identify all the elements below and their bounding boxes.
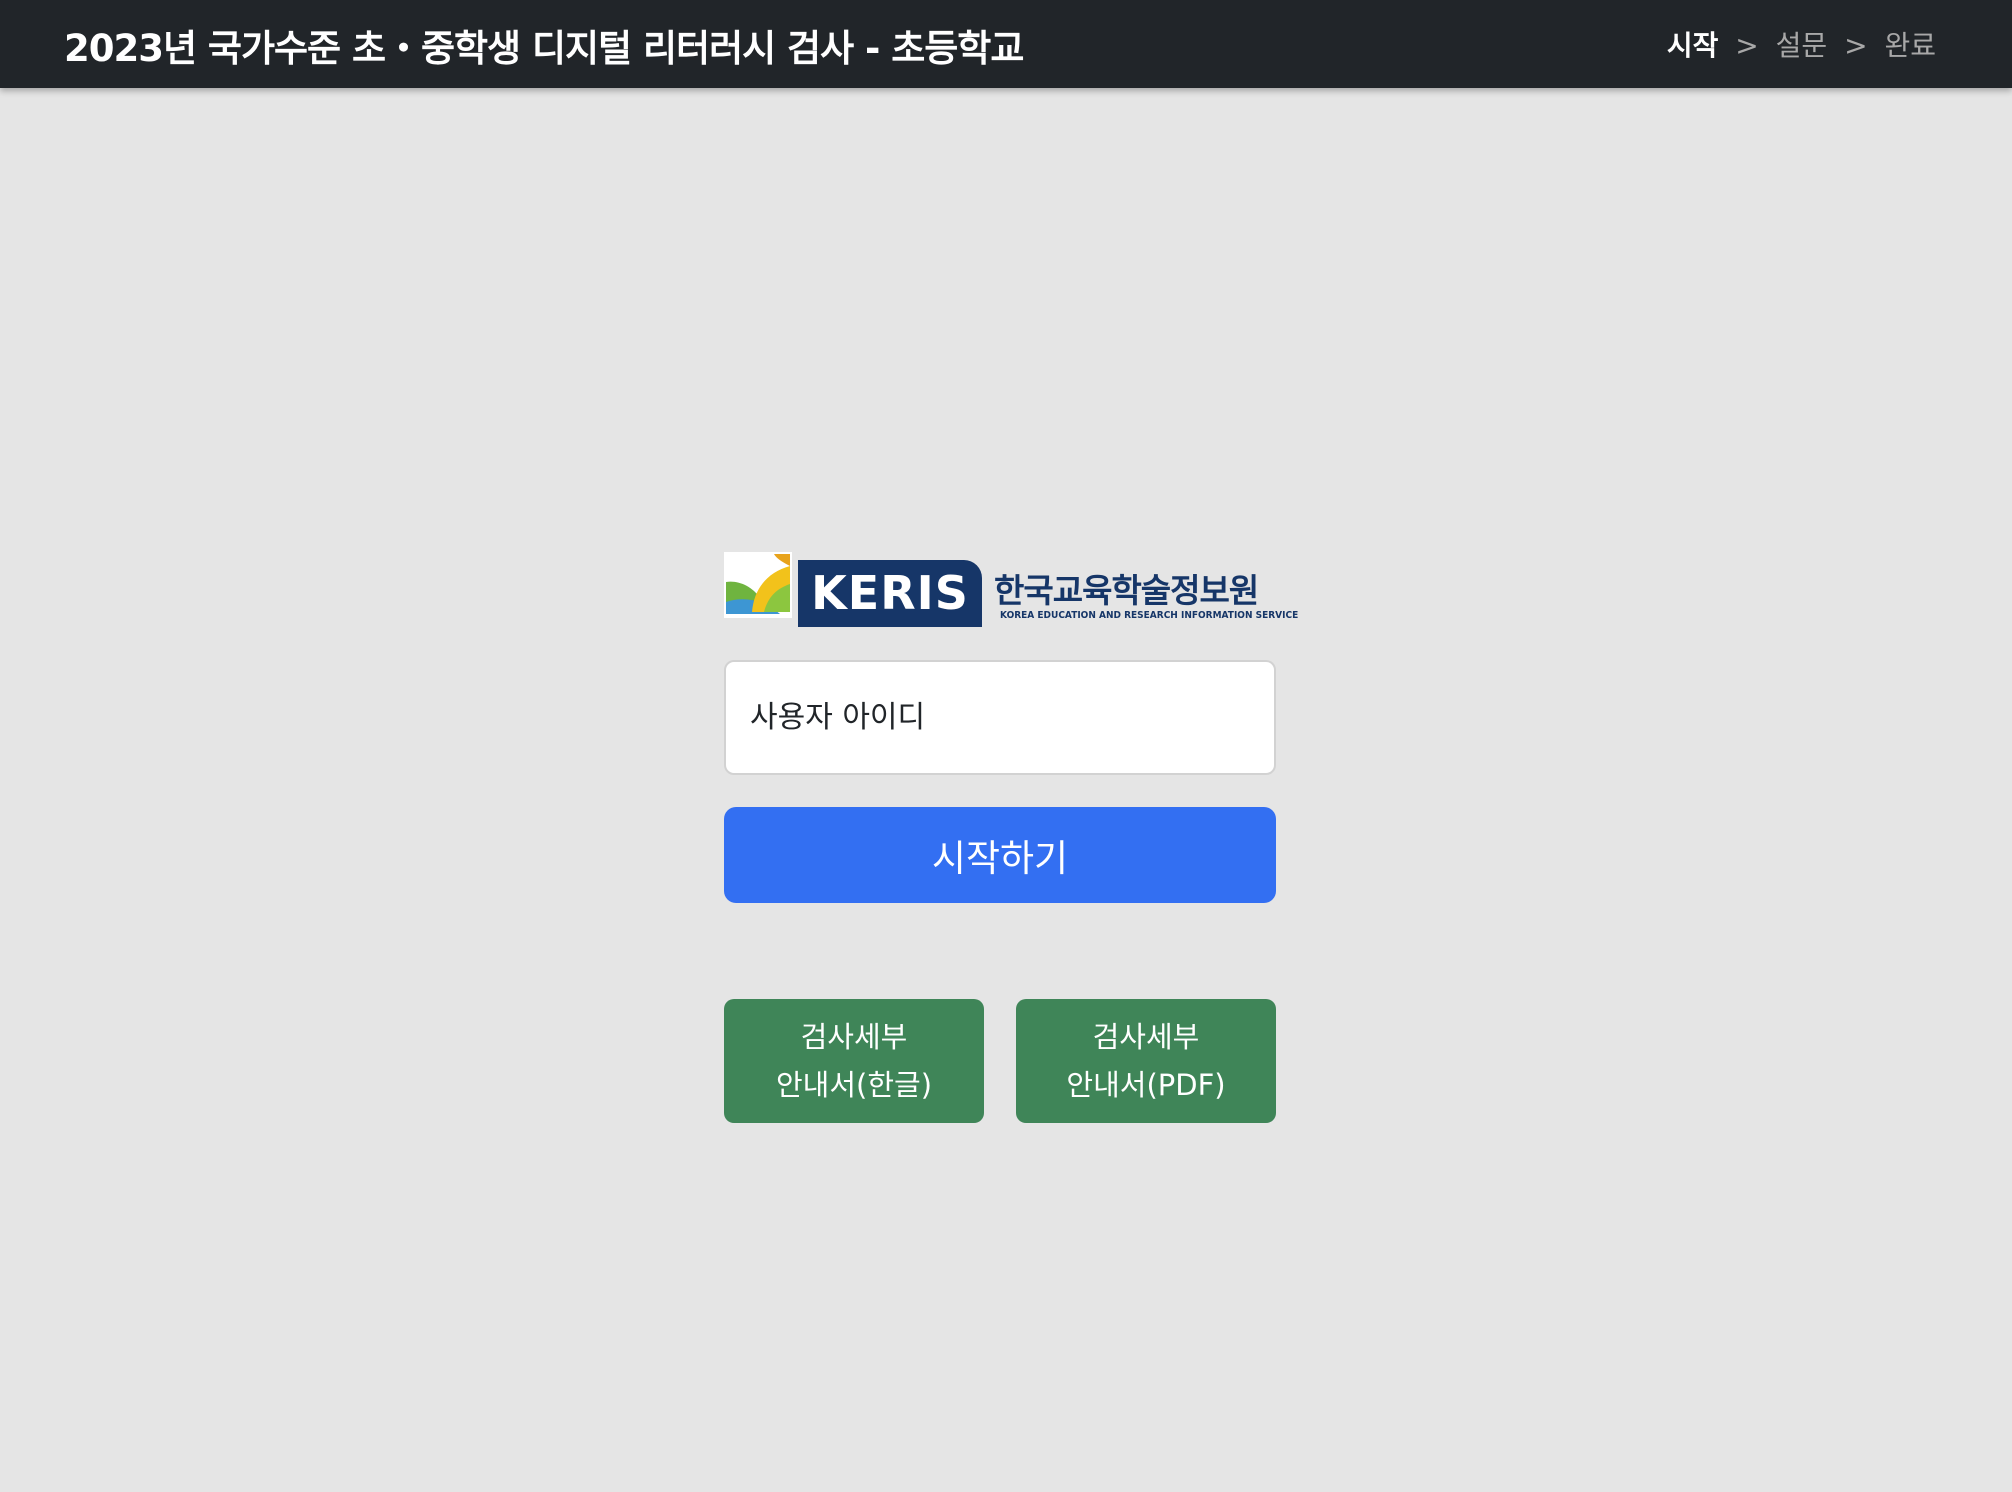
guide-hangul-line1: 검사세부 — [800, 1020, 908, 1054]
guide-pdf-line1: 검사세부 — [1092, 1020, 1200, 1054]
logo-acronym: KERIS — [798, 560, 982, 627]
top-bar: 2023년 국가수준 초・중학생 디지털 리터러시 검사 - 초등학교 시작 >… — [0, 0, 2012, 88]
keris-logo: KERIS 한국교육학술정보원 KOREA EDUCATION AND RESE… — [724, 550, 1298, 630]
user-id-input[interactable] — [724, 660, 1276, 775]
leaf-logo-icon — [724, 552, 792, 618]
step-start: 시작 — [1666, 29, 1719, 62]
guide-pdf-line2: 안내서(PDF) — [1066, 1068, 1226, 1102]
page-title: 2023년 국가수준 초・중학생 디지털 리터러시 검사 - 초등학교 — [64, 27, 1024, 70]
guide-hangul-line2: 안내서(한글) — [775, 1068, 933, 1102]
login-panel: KERIS 한국교육학술정보원 KOREA EDUCATION AND RESE… — [724, 550, 1298, 1123]
progress-steps: 시작 > 설문 > 완료 — [1667, 24, 1936, 64]
logo-english-name: KOREA EDUCATION AND RESEARCH INFORMATION… — [1000, 610, 1299, 621]
guide-hangul-button[interactable]: 검사세부 안내서(한글) — [724, 999, 984, 1123]
guide-buttons: 검사세부 안내서(한글) 검사세부 안내서(PDF) — [724, 999, 1276, 1123]
logo-korean-name: 한국교육학술정보원 — [994, 571, 1259, 610]
step-complete: 완료 — [1884, 29, 1936, 62]
step-survey: 설문 — [1775, 29, 1828, 62]
step-separator: > — [1735, 29, 1759, 62]
step-separator: > — [1844, 29, 1868, 62]
guide-pdf-button[interactable]: 검사세부 안내서(PDF) — [1016, 999, 1276, 1123]
start-button[interactable]: 시작하기 — [724, 807, 1276, 903]
